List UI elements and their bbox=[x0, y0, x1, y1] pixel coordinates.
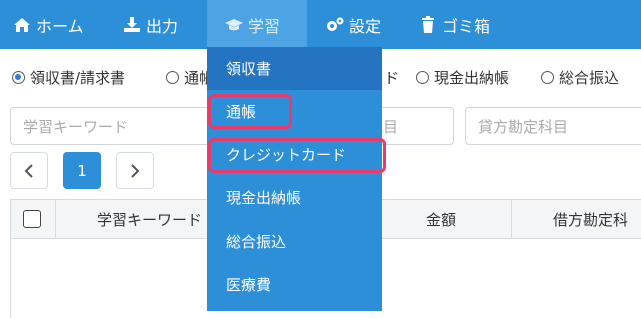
radio-bulk-transfer[interactable]: 総合振込 bbox=[541, 64, 619, 90]
chevron-left-icon bbox=[24, 163, 33, 178]
page-number: 1 bbox=[77, 161, 87, 180]
nav-output[interactable]: 出力 bbox=[122, 0, 178, 49]
menu-item-label: 医療費 bbox=[226, 276, 272, 294]
column-header-amount[interactable]: 金額 bbox=[426, 200, 456, 238]
chevron-right-icon bbox=[131, 163, 140, 178]
column-header-debit-account[interactable]: 借方勘定科 bbox=[553, 200, 628, 238]
nav-output-label: 出力 bbox=[146, 16, 179, 36]
download-icon bbox=[122, 15, 142, 35]
menu-item-label: 領収書 bbox=[226, 60, 272, 78]
nav-trash[interactable]: ゴミ箱 bbox=[418, 0, 490, 49]
prev-page-button[interactable] bbox=[10, 152, 48, 189]
menu-item-receipt[interactable]: 領収書 bbox=[207, 47, 382, 90]
column-divider bbox=[511, 200, 512, 238]
highlight-box-credit-card bbox=[208, 138, 386, 173]
account-filter-placeholder: 目 bbox=[383, 117, 399, 136]
account-filter-input[interactable]: 目 bbox=[380, 107, 454, 145]
nav-settings[interactable]: 設定 bbox=[325, 0, 381, 49]
top-navbar: ホーム 出力 学習 設定 ゴミ箱 bbox=[0, 0, 641, 49]
keyword-placeholder: 学習キーワード bbox=[23, 117, 129, 136]
radio-cash-book-label: 現金出納帳 bbox=[434, 68, 510, 87]
nav-home-label: ホーム bbox=[36, 16, 84, 36]
page-1-button[interactable]: 1 bbox=[63, 152, 101, 189]
column-divider bbox=[55, 200, 56, 238]
keyword-search-input[interactable]: 学習キーワード bbox=[10, 107, 210, 145]
radio-cash-book[interactable]: 現金出納帳 bbox=[416, 64, 509, 90]
home-icon bbox=[12, 15, 32, 35]
radio-credit-card-label: ド bbox=[384, 68, 400, 87]
column-header-keyword[interactable]: 学習キーワード bbox=[97, 200, 202, 238]
radio-button[interactable] bbox=[166, 70, 179, 84]
nav-trash-label: ゴミ箱 bbox=[442, 16, 491, 36]
select-all-checkbox[interactable] bbox=[23, 210, 41, 228]
menu-item-cash-book[interactable]: 現金出納帳 bbox=[207, 176, 382, 219]
highlight-box-passbook bbox=[208, 94, 292, 129]
nav-settings-label: 設定 bbox=[349, 16, 382, 36]
gears-icon bbox=[325, 15, 345, 35]
radio-bulk-transfer-label: 総合振込 bbox=[559, 68, 620, 87]
nav-learning[interactable]: 学習 bbox=[207, 0, 307, 49]
radio-receipt-label: 領収書/請求書 bbox=[30, 68, 126, 87]
menu-item-label: 総合振込 bbox=[226, 233, 287, 251]
radio-receipt[interactable]: 領収書/請求書 bbox=[12, 64, 125, 90]
nav-home[interactable]: ホーム bbox=[12, 0, 84, 49]
radio-button-checked[interactable] bbox=[12, 70, 25, 84]
credit-account-input[interactable]: 貸方勘定科目 bbox=[465, 107, 641, 145]
menu-item-bulk-transfer[interactable]: 総合振込 bbox=[207, 220, 382, 263]
trash-icon bbox=[418, 15, 438, 35]
radio-button[interactable] bbox=[416, 70, 429, 84]
nav-learning-label: 学習 bbox=[248, 16, 281, 36]
menu-item-medical[interactable]: 医療費 bbox=[207, 263, 382, 306]
radio-credit-card[interactable]: ド bbox=[384, 64, 399, 90]
learning-dropdown-menu: 領収書 通帳 クレジットカード 現金出納帳 総合振込 医療費 bbox=[207, 47, 382, 311]
radio-button[interactable] bbox=[541, 70, 554, 84]
credit-account-placeholder: 貸方勘定科目 bbox=[478, 117, 569, 136]
next-page-button[interactable] bbox=[116, 152, 154, 189]
menu-item-label: 現金出納帳 bbox=[226, 189, 302, 207]
graduation-cap-icon bbox=[224, 15, 244, 35]
